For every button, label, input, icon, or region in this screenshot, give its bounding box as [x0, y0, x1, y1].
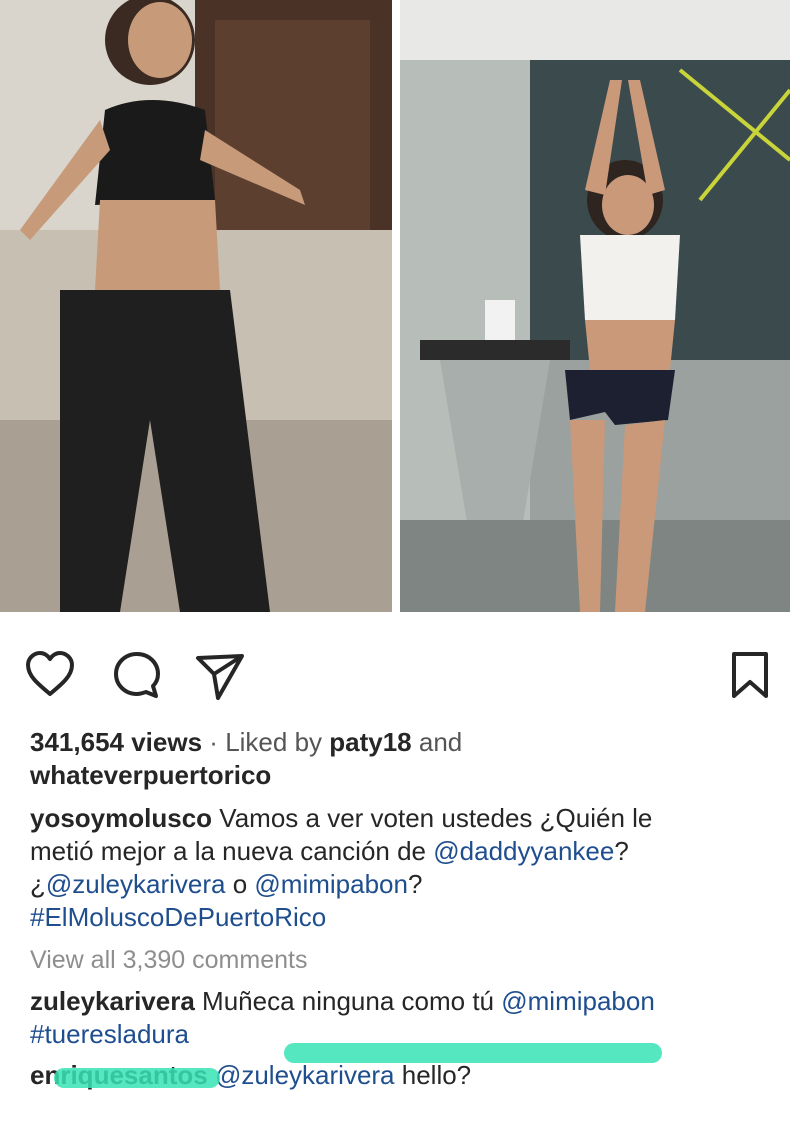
comment-icon[interactable] [112, 650, 162, 700]
video-frame-left[interactable] [0, 0, 392, 612]
action-bar [0, 640, 800, 712]
mention-zuleykarivera[interactable]: @zuleykarivera [46, 869, 226, 899]
bookmark-icon[interactable] [730, 650, 770, 700]
comment-1-text: Muñeca ninguna como tú [202, 986, 494, 1016]
caption-open-question: ¿ [30, 869, 46, 899]
caption-question-2: ? [407, 869, 423, 899]
mention-mimipabon[interactable]: @mimipabon [254, 869, 408, 899]
comment-1-mention[interactable]: @mimipabon [501, 986, 655, 1016]
liked-by-username[interactable]: paty18 [329, 727, 411, 757]
caption-username[interactable]: yosoymolusco [30, 803, 212, 833]
caption-line-2: metió mejor a la nueva canción de @daddy… [30, 835, 770, 868]
liked-by-line2: whateverpuertorico [30, 759, 770, 792]
comment-2-text: hello? [401, 1060, 472, 1090]
post-media[interactable] [0, 0, 800, 616]
caption-or: o [232, 869, 248, 899]
separator-dot: · [209, 727, 218, 757]
liked-by-username-2[interactable]: whateverpuertorico [30, 760, 271, 790]
caption-line-3: ¿@zuleykarivera o @mimipabon? [30, 868, 770, 901]
comment-1-username[interactable]: zuleykarivera [30, 986, 195, 1016]
dancer-left-image [0, 0, 392, 612]
views-count[interactable]: 341,654 views [30, 727, 202, 757]
hashtag-elmolusco[interactable]: #ElMoluscoDePuertoRico [30, 902, 326, 932]
caption-line-1: yosoymolusco Vamos a ver voten ustedes ¿… [30, 802, 770, 835]
caption-text-1: Vamos a ver voten ustedes ¿Quién le [219, 803, 653, 833]
paper-plane-icon[interactable] [194, 650, 246, 702]
caption-line-4: #ElMoluscoDePuertoRico [30, 901, 770, 934]
comment-2-mention[interactable]: @zuleykarivera [215, 1060, 395, 1090]
mention-daddyyankee[interactable]: @daddyyankee [433, 836, 614, 866]
dancer-right-image [400, 0, 790, 612]
liked-by-and: and [418, 727, 463, 757]
highlight-mark-1 [284, 1043, 662, 1063]
highlight-mark-2 [54, 1068, 220, 1088]
liked-by-label: Liked by [225, 727, 323, 757]
caption-question-1: ? [614, 836, 629, 866]
heart-icon[interactable] [24, 650, 76, 698]
video-frame-right[interactable] [400, 0, 790, 612]
caption-text-2: metió mejor a la nueva canción de [30, 836, 427, 866]
post-details: 341,654 views · Liked by paty18 and what… [30, 722, 770, 1092]
views-and-likes: 341,654 views · Liked by paty18 and [30, 726, 770, 759]
comment-1-hashtag[interactable]: #tueresladura [30, 1019, 189, 1049]
comment-1: zuleykarivera Muñeca ninguna como tú @mi… [30, 985, 770, 1018]
view-all-comments-link[interactable]: View all 3,390 comments [30, 944, 770, 977]
